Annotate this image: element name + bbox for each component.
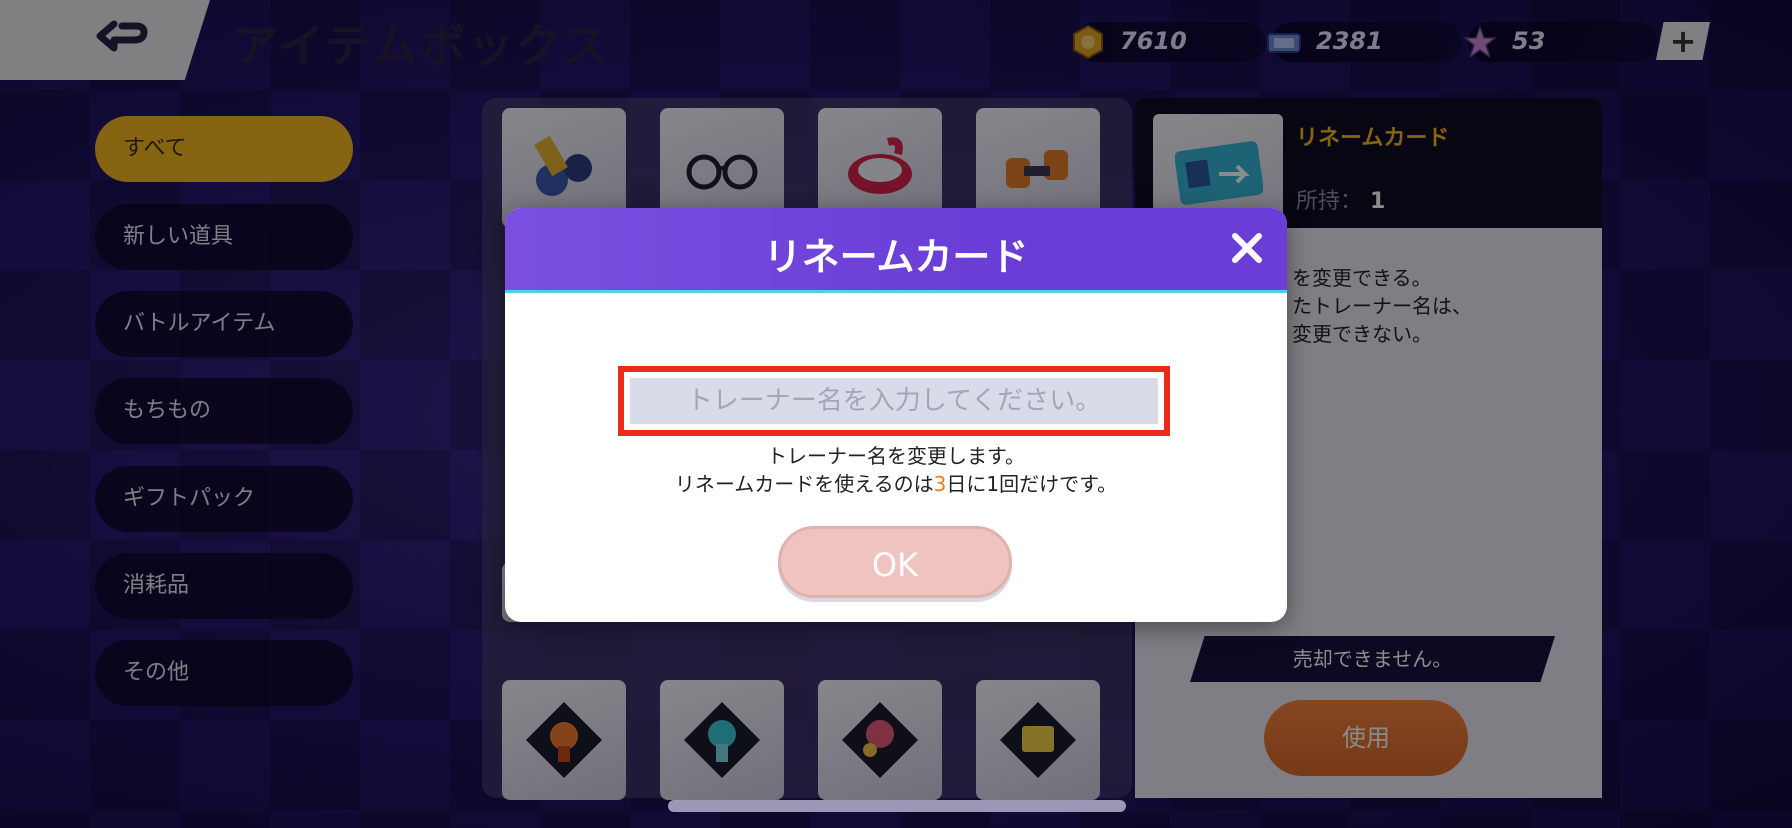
line2-prefix: リネームカードを使えるのは [674, 472, 934, 496]
dialog-title: リネームカード [763, 235, 1029, 279]
line2-suffix: 日に1回だけです。 [946, 472, 1118, 496]
ok-button[interactable]: OK [778, 526, 1012, 598]
close-icon[interactable] [1229, 230, 1265, 266]
dialog-header: リネームカード [505, 208, 1287, 293]
dialog-message-line1: トレーナー名を変更します。 [767, 444, 1025, 468]
dialog-message-line2: リネームカードを使えるのは3日に1回だけです。 [505, 468, 1287, 497]
trainer-name-input[interactable] [630, 378, 1158, 424]
rename-dialog: リネームカード トレーナー名を変更します。 リネームカードを使えるのは3日に1回… [505, 208, 1287, 622]
horizontal-scrollbar[interactable] [668, 800, 1126, 812]
input-highlight-box [618, 366, 1170, 436]
cooldown-days: 3 [933, 472, 947, 496]
